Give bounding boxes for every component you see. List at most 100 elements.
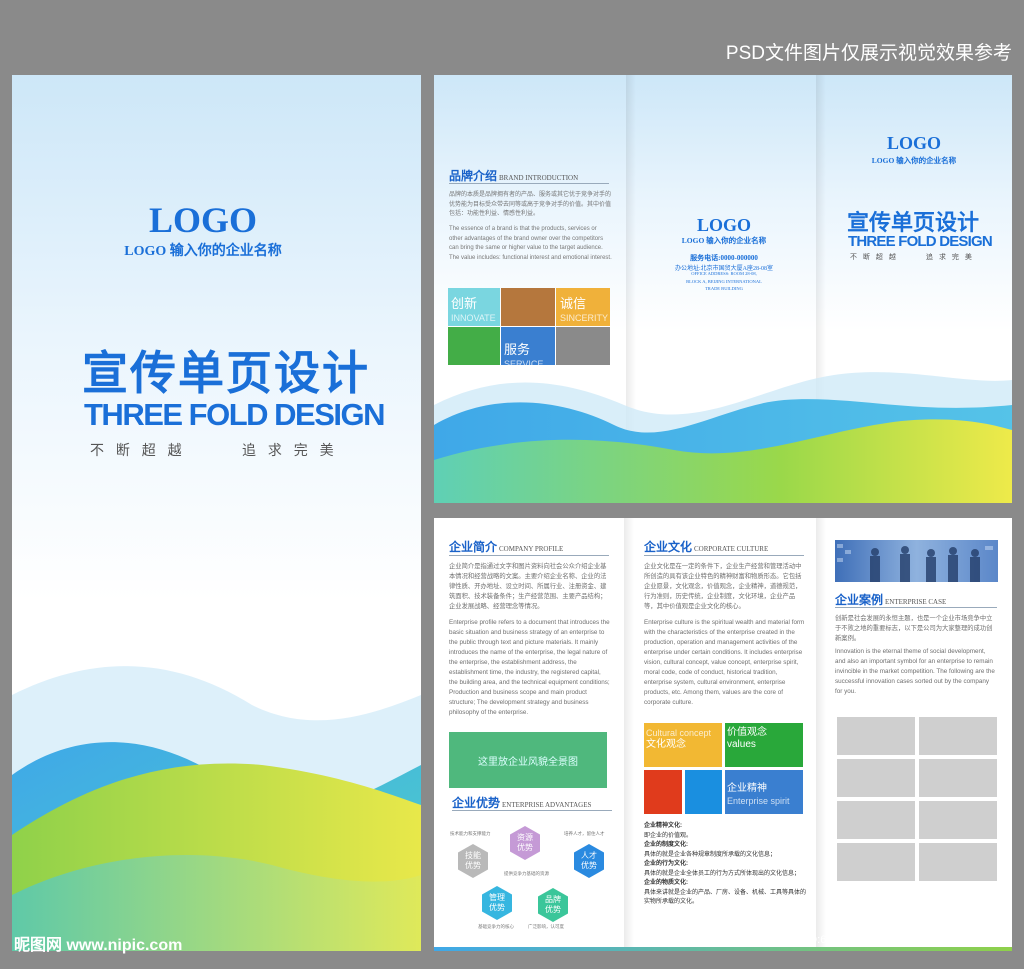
hex-resource: 资源 优势 [510,826,540,860]
divider [644,555,804,556]
front-slogan-right: 追 求 完 美 [926,254,974,261]
adv-note: 提供竞争力基础的资源 [504,871,549,876]
tile-en: values [727,739,756,750]
culture-title-en: CORPORATE CULTURE [694,545,769,553]
case-image-placeholder [837,717,915,755]
advantages-title-en: ENTERPRISE ADVANTAGES [502,801,592,809]
culture-list: 企业精神文化: 即企业的价值观。 企业的制度文化: 具体的就是企业各种规章制度所… [644,822,809,908]
hex-brand: 品牌 优势 [538,888,568,922]
adv-note: 广泛影响，认可度 [528,924,564,929]
case-title: 企业案例 ENTERPRISE CASE [835,591,946,608]
profile-photo-placeholder: 这里放企业风貌全景图 [449,732,607,788]
list-item-text: 即企业的价值观。 [644,832,693,839]
watermark-bottom-left: 昵图网 www.nipic.com [14,937,183,954]
culture-tile-red [644,770,682,814]
brand-text-cn: 品牌的本质是品牌拥有者的产品、服务或其它优于竞争对手的优势能为目标受众带去同等或… [449,192,612,217]
cover-wave-graphic [12,666,421,951]
watermark-bottom-right: ID:6237737 NO:20250505143651938128 [806,934,1008,946]
advantages-title: 企业优势 ENTERPRISE ADVANTAGES [452,794,591,811]
divider [835,607,997,608]
list-item-heading: 企业精神文化: [644,823,682,829]
mid-logo-sub: LOGO 输入你的企业名称 [681,236,767,245]
cover-title-en: THREE FOLD DESIGN [84,397,386,432]
culture-title-cn: 企业文化 [644,540,693,554]
brand-tile-sincerity: 诚信 SINCERITY [556,288,610,326]
outer-wave-graphic [434,372,1012,503]
adv-note: 培养人才，留住人才 [564,831,605,836]
culture-tile-blue [685,770,722,814]
tile-en: Cultural concept [646,728,712,738]
culture-title: 企业文化 CORPORATE CULTURE [644,538,768,555]
tile-cn: 企业精神 [727,783,767,794]
divider [452,810,612,811]
hex-skill: 技能 优势 [458,844,488,878]
cover-slogan-right: 追 求 完 美 [242,442,338,458]
tile-cn: 诚信 [560,296,587,311]
culture-tile-values: 价值观念 values [725,723,803,767]
adv-note: 基础竞争力的核心 [478,924,514,929]
tile-cn: 创新 [451,296,478,311]
case-text-en: Innovation is the eternal theme of socia… [835,648,995,695]
mid-phone: 服务电话:0000-000000 [690,254,758,262]
brand-tile-service: 服务 SERVICE [501,327,555,369]
culture-tile-spirit: 企业精神 Enterprise spirit [725,770,803,814]
brand-tile-innovate: 创新 INNOVATE [448,288,500,326]
brand-title-cn: 品牌介绍 [449,169,498,183]
profile-title: 企业简介 COMPANY PROFILE [449,538,563,555]
tile-en: Enterprise spirit [727,796,790,806]
tile-en: INNOVATE [451,313,496,323]
case-image-placeholder [919,801,997,839]
case-image-placeholder [837,801,915,839]
outer-spread: 品牌介绍 BRAND INTRODUCTION 品牌的本质是品牌拥有者的产品、服务… [434,75,1012,503]
culture-text-en: Enterprise culture is the spiritual weal… [644,619,805,706]
cover-page: LOGO LOGO 输入你的企业名称 宣传单页设计 THREE FOLD DES… [12,75,421,951]
case-image-placeholder [919,717,997,755]
brand-tile-green [448,327,500,365]
list-item-heading: 企业的行为文化: [644,861,688,867]
case-photo [835,540,998,582]
inner-spread: 企业简介 COMPANY PROFILE 企业简介是指通过文字和图片资料向社会公众… [434,518,1012,951]
tile-cn: 价值观念 [727,727,767,738]
hex-talent: 人才 优势 [574,844,604,878]
list-item-text: 具体来讲就是企业的产品、厂房、设备、机械、工具等具体的实物所承载的文化。 [644,889,807,906]
advantages-title-cn: 企业优势 [452,796,501,810]
brand-text-en: The essence of a brand is that the produ… [449,226,612,261]
mid-address-en3: TRADE BUILDING [705,286,743,291]
brand-tile-brown [501,288,555,326]
front-title-en: THREE FOLD DESIGN [848,233,993,250]
front-logo: LOGO [886,133,941,153]
profile-text-cn: 企业简介是指通过文字和图片资料向社会公众介绍企业基本情况和经营战略的文案。主要介… [449,563,607,610]
case-image-placeholder [919,843,997,881]
divider [449,555,609,556]
fold-shadow [624,518,634,951]
case-title-en: ENTERPRISE CASE [885,598,947,606]
profile-text-en: Enterprise profile refers to a document … [449,619,610,716]
mid-address-en1: OFFICE ADDRESS: ROOM 28-08, [691,271,757,276]
case-image-placeholder [837,843,915,881]
brand-title-en: BRAND INTRODUCTION [499,174,579,182]
list-item-heading: 企业的物质文化: [644,880,688,886]
culture-text-cn: 企业文化是在一定的条件下，企业生产经营和管理活动中所创造的具有该企业特色的精神财… [644,563,802,610]
cover-logo-sub: LOGO 输入你的企业名称 [124,244,282,259]
case-text-cn: 创新是社会发展的永恒主题，也是一个企业市场竞争中立于不败之地的重要标志，以下是公… [835,615,993,642]
case-title-cn: 企业案例 [835,593,884,607]
divider [449,183,609,184]
front-logo-sub: LOGO 输入你的企业名称 [871,156,957,165]
profile-title-cn: 企业简介 [449,540,498,554]
culture-tile-cultural: Cultural concept 文化观念 [644,723,722,767]
watermark-top: PSD文件图片仅展示视觉效果参考 [725,43,1012,64]
cover-title-cn: 宣传单页设计 [82,347,370,399]
case-image-placeholder [837,759,915,797]
front-slogan-left: 不 断 超 越 [850,254,898,261]
brand-tile-gray [556,327,610,365]
mid-logo: LOGO [696,215,751,235]
list-item-text: 具体的就是企业全体员工的行为方式所体现出的文化信息； [644,870,801,877]
list-item-heading: 企业的制度文化: [644,842,688,848]
cover-slogan-left: 不 断 超 越 [90,442,186,458]
people-silhouettes-icon [837,544,993,582]
placeholder-label: 这里放企业风貌全景图 [478,756,578,768]
hex-management: 管理 优势 [482,886,512,920]
adv-note: 技术能力和支撑能力 [450,831,491,836]
cover-logo: LOGO [148,200,258,240]
bottom-accent-bar [434,947,1012,951]
